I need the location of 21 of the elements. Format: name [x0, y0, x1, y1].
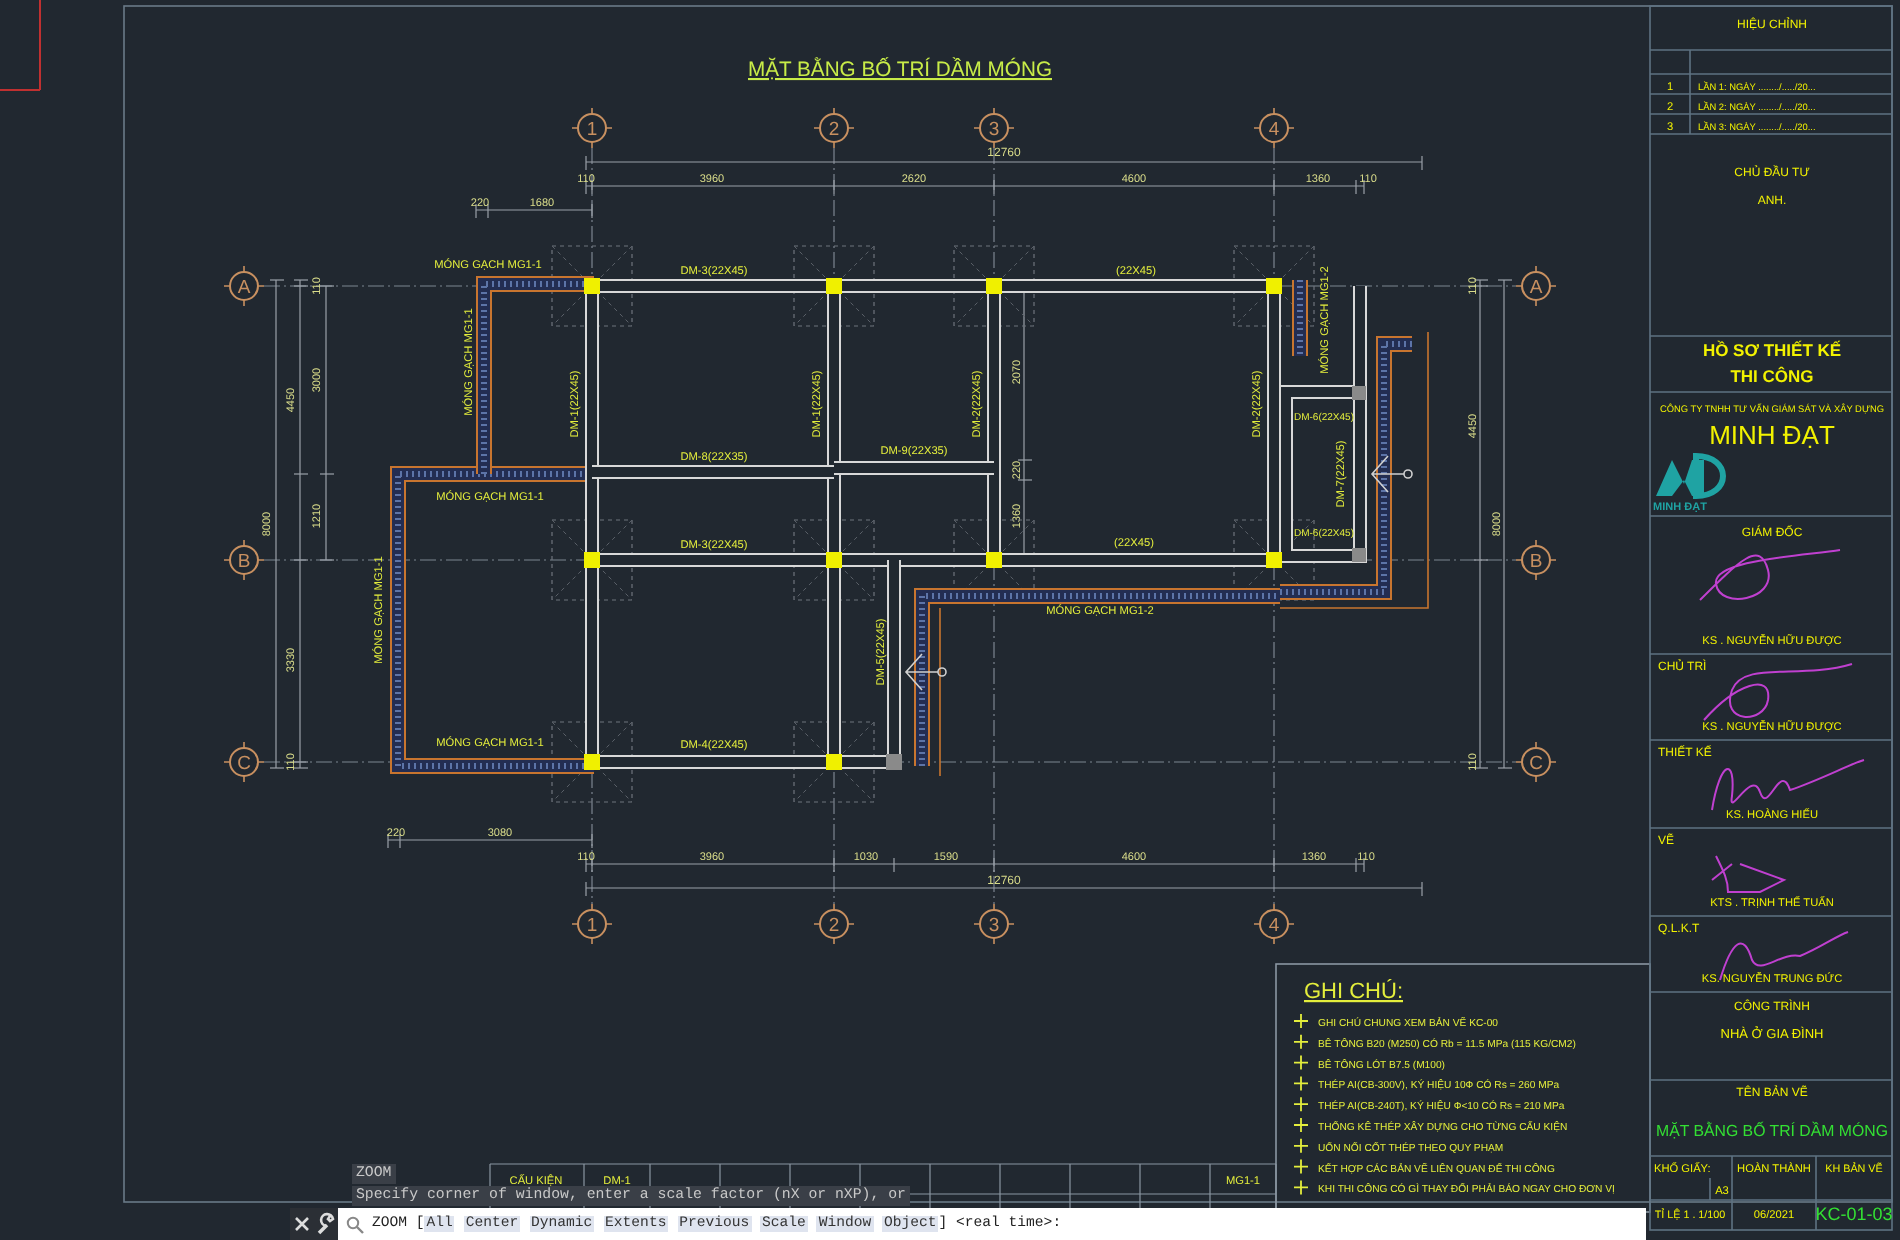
- grid-axis-label: 4: [1268, 915, 1280, 937]
- drawing-code: KC-01-03: [1815, 1204, 1893, 1224]
- grid-axis-label: 4: [1268, 119, 1280, 141]
- company-name: MINH ĐẠT: [1709, 420, 1835, 450]
- grid-axis-label: 3: [988, 915, 1000, 937]
- grid-axis-label: A: [1529, 277, 1543, 299]
- grid-axis-label: 1: [586, 119, 598, 141]
- grid-axis-label: C: [237, 753, 251, 775]
- grid-axis-label: 2: [828, 915, 840, 937]
- grid-axis-label: 3: [988, 119, 1000, 141]
- grid-axis-label: B: [237, 551, 251, 573]
- grid-axis-label: 1: [586, 915, 598, 937]
- grid-axis-label: 2: [828, 119, 840, 141]
- grid-axis-label: C: [1529, 753, 1543, 775]
- grid-axis-label: A: [237, 277, 251, 299]
- drawing-title: MẶT BẰNG BỐ TRÍ DẦM MÓNG: [748, 58, 1057, 82]
- notes-heading: GHI CHÚ:: [1304, 980, 1403, 1004]
- dossier-title: HỒ SƠ THIẾT KẾ: [1702, 340, 1842, 360]
- sheet-name: MẶT BẰNG BỐ TRÍ DẦM MÓNG: [1656, 1122, 1891, 1140]
- grid-axis-label: B: [1529, 551, 1543, 573]
- dossier-title: THI CÔNG: [1730, 366, 1814, 386]
